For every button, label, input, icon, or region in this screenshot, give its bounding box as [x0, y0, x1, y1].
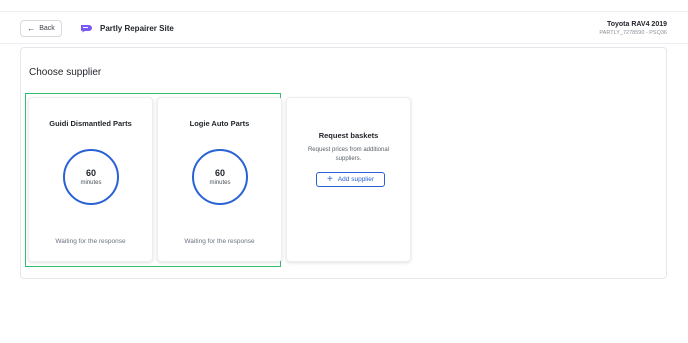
supplier-status: Waiting for the response	[184, 238, 255, 245]
add-supplier-label: Add supplier	[337, 176, 374, 183]
supplier-card-guidi[interactable]: Guidi Dismantled Parts 60 minutes Waitin…	[28, 97, 153, 262]
plus-icon: +	[327, 173, 333, 185]
supplier-card-logie[interactable]: Logie Auto Parts 60 minutes Waiting for …	[157, 97, 282, 262]
response-timer: 60 minutes	[63, 149, 119, 205]
back-button[interactable]: ← Back	[20, 20, 62, 37]
arrow-left-icon: ←	[27, 23, 36, 33]
section-title: Choose supplier	[29, 67, 102, 78]
timer-value: 60	[85, 167, 96, 178]
back-button-label: Back	[39, 25, 55, 32]
vehicle-name: Toyota RAV4 2019	[606, 21, 667, 28]
request-baskets-card: Request baskets Request prices from addi…	[286, 97, 411, 262]
timer-value: 60	[214, 167, 225, 178]
supplier-status: Waiting for the response	[55, 238, 126, 245]
request-baskets-description: Request prices from additional suppliers…	[307, 147, 390, 162]
choose-supplier-panel: Choose supplier Guidi Dismantled Parts 6…	[20, 47, 667, 279]
response-timer: 60 minutes	[192, 149, 248, 205]
request-baskets-title: Request baskets	[318, 131, 379, 140]
timer-unit: minutes	[209, 179, 231, 186]
add-supplier-button[interactable]: + Add supplier	[316, 172, 385, 187]
partly-logo-icon	[81, 25, 92, 33]
supplier-name: Logie Auto Parts	[189, 119, 250, 128]
supplier-name: Guidi Dismantled Parts	[49, 119, 132, 128]
timer-unit: minutes	[80, 179, 102, 186]
top-header: ← Back Partly Repairer Site Toyota RAV4 …	[0, 11, 688, 44]
vehicle-code: PARTLY_7278590 - PSQ36	[599, 30, 667, 36]
site-title: Partly Repairer Site	[100, 24, 174, 33]
vehicle-info: Toyota RAV4 2019 PARTLY_7278590 - PSQ36	[599, 20, 667, 37]
